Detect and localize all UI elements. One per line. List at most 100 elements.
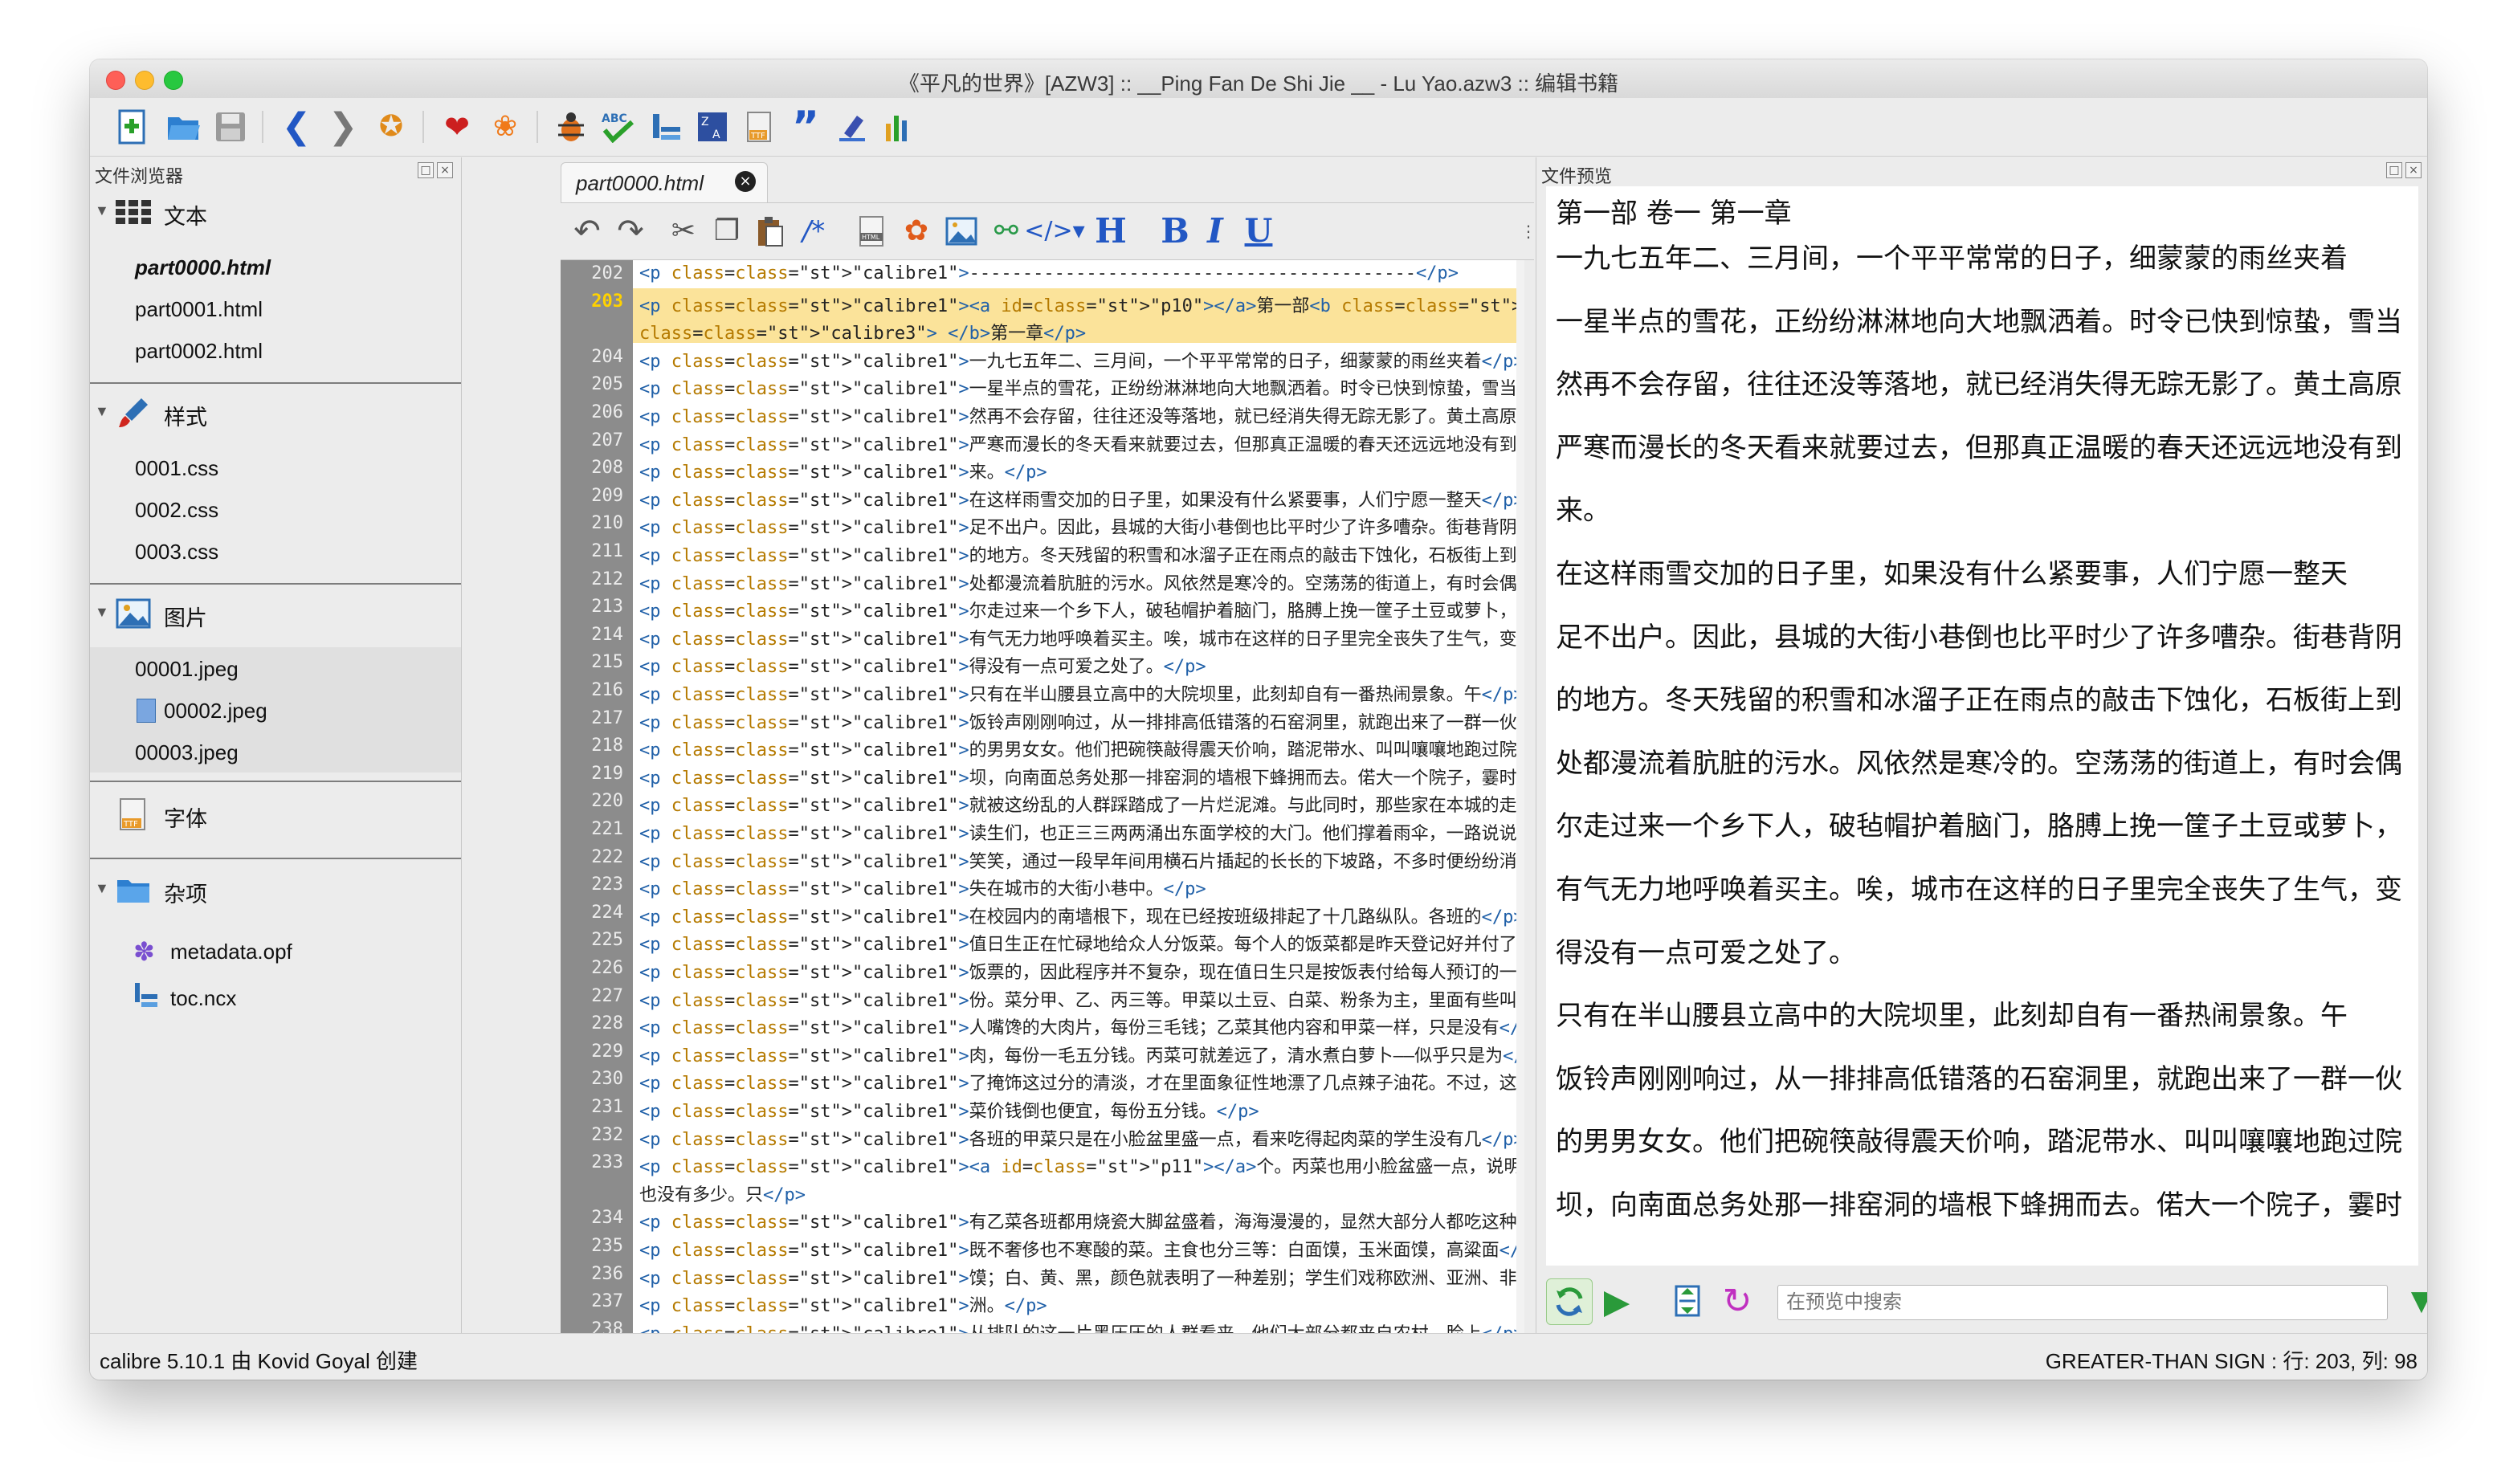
reload-icon[interactable]: ↻ — [1715, 1278, 1760, 1323]
insert-html-icon[interactable]: HTML — [851, 211, 892, 251]
category-misc[interactable]: ▼ 杂项 — [90, 864, 461, 915]
code-line[interactable]: 237 <p class=class="st">"calibre1">洲。</p> — [561, 1288, 1524, 1316]
copy-icon[interactable]: ❐ — [707, 211, 747, 251]
play-refresh-icon[interactable]: ▶ — [1594, 1278, 1639, 1323]
insert-tag-flower-icon[interactable]: ✿ — [896, 211, 936, 251]
undo-icon[interactable]: ↶ — [567, 211, 607, 251]
vertical-scrollbar[interactable] — [1516, 260, 1524, 1333]
code-line[interactable]: 233 <p class=class="st">"calibre1"><a id=… — [561, 1149, 1524, 1177]
code-line[interactable]: 222 <p class=class="st">"calibre1">笑笑，通过一… — [561, 844, 1524, 872]
search-next-down-icon[interactable]: ▼ — [2399, 1278, 2427, 1323]
code-line[interactable]: 232 <p class=class="st">"calibre1">各班的甲菜只… — [561, 1122, 1524, 1150]
code-line[interactable]: 215 <p class=class="st">"calibre1">得没有一点可… — [561, 649, 1524, 677]
code-line[interactable]: 210 <p class=class="st">"calibre1">足不出户。因… — [561, 510, 1524, 538]
insert-link-icon[interactable]: ⚯ — [986, 211, 1026, 251]
open-folder-icon[interactable] — [164, 108, 204, 146]
comment-icon[interactable]: /* — [794, 211, 834, 251]
settings-gear-icon[interactable]: ❀ — [485, 108, 525, 146]
code-line[interactable]: 206 <p class=class="st">"calibre1">然再不会存留… — [561, 399, 1524, 427]
smarten-quotes-icon[interactable]: ” — [785, 106, 826, 148]
file-item[interactable]: 00003.jpeg — [90, 731, 461, 773]
new-file-icon[interactable] — [112, 108, 153, 146]
code-line[interactable]: 234 <p class=class="st">"calibre1">有乙菜各班都… — [561, 1205, 1524, 1233]
file-item[interactable]: 0001.css — [90, 446, 461, 488]
code-line[interactable]: 209 <p class=class="st">"calibre1">在这样雨雪交… — [561, 483, 1524, 511]
code-line[interactable]: 216 <p class=class="st">"calibre1">只有在半山腰… — [561, 677, 1524, 705]
category-text[interactable]: ▼ 文本 — [90, 186, 461, 238]
save-icon[interactable] — [210, 108, 251, 146]
code-line[interactable]: 也没有多少。只</p> — [561, 1177, 1524, 1205]
redo-icon[interactable]: ↷ — [610, 211, 651, 251]
file-item[interactable]: part0002.html — [90, 329, 461, 371]
cut-icon[interactable]: ✂ — [663, 211, 704, 251]
code-line[interactable]: 218 <p class=class="st">"calibre1">的男男女女。… — [561, 732, 1524, 760]
file-item[interactable]: ✽ metadata.opf — [90, 930, 461, 972]
file-item[interactable]: toc.ncx — [90, 976, 461, 1018]
code-line[interactable]: 236 <p class=class="st">"calibre1">馍；白、黄、… — [561, 1261, 1524, 1289]
code-line[interactable]: 205 <p class=class="st">"calibre1">一星半点的雪… — [561, 371, 1524, 399]
code-line[interactable]: 228 <p class=class="st">"calibre1">人嘴馋的大肉… — [561, 1010, 1524, 1038]
file-item[interactable]: 0003.css — [90, 530, 461, 572]
category-styles[interactable]: ▼ 样式 — [90, 387, 461, 438]
code-line[interactable]: 238 <p class=class="st">"calibre1">从排队的这一… — [561, 1316, 1524, 1333]
code-line[interactable]: 220 <p class=class="st">"calibre1">就被这纷乱的… — [561, 788, 1524, 816]
table-of-contents-icon[interactable] — [646, 108, 686, 146]
code-line[interactable]: 230 <p class=class="st">"calibre1">了掩饰这过分… — [561, 1066, 1524, 1094]
float-panel-icon[interactable]: □ — [2386, 162, 2402, 178]
code-line[interactable]: 229 <p class=class="st">"calibre1">肉，每份一毛… — [561, 1038, 1524, 1066]
code-line[interactable]: 223 <p class=class="st">"calibre1">失在城市的大… — [561, 871, 1524, 899]
code-line[interactable]: 231 <p class=class="st">"calibre1">菜价钱倒也便… — [561, 1094, 1524, 1122]
spellcheck-icon[interactable]: ABC — [598, 108, 638, 146]
insert-tag-icon[interactable]: </>▾ — [1024, 211, 1084, 251]
close-tab-icon[interactable]: × — [735, 171, 756, 192]
insert-image-icon[interactable] — [941, 211, 981, 251]
code-line[interactable]: 226 <p class=class="st">"calibre1">饭票的，因此… — [561, 955, 1524, 983]
file-item[interactable]: 00001.jpeg — [90, 647, 461, 689]
code-line[interactable]: 212 <p class=class="st">"calibre1">处都漫流着肮… — [561, 566, 1524, 594]
code-line[interactable]: 219 <p class=class="st">"calibre1">坝，向南面总… — [561, 760, 1524, 789]
close-panel-icon[interactable]: × — [2405, 162, 2422, 178]
forward-arrow-icon[interactable]: ❯ — [323, 108, 363, 146]
heading-icon[interactable]: H — [1091, 211, 1131, 251]
sort-az-icon[interactable]: ZA — [692, 108, 732, 146]
code-line[interactable]: 204 <p class=class="st">"calibre1">一九七五年二… — [561, 344, 1524, 372]
file-item[interactable]: 00002.jpeg — [90, 689, 461, 731]
code-area[interactable]: 202 <p class=class="st">"calibre1">------… — [561, 260, 1524, 1333]
auto-refresh-icon[interactable] — [1546, 1278, 1593, 1325]
code-line[interactable]: 221 <p class=class="st">"calibre1">读生们，也正… — [561, 816, 1524, 844]
tab-part0000[interactable]: part0000.html × — [561, 162, 768, 203]
italic-icon[interactable]: I — [1195, 211, 1235, 251]
code-line[interactable]: 207 <p class=class="st">"calibre1">严寒而漫长的… — [561, 427, 1524, 455]
category-images[interactable]: ▼ 图片 — [90, 588, 461, 639]
code-line[interactable]: 203 <p class=class="st">"calibre1"><a id=… — [591, 287, 1524, 316]
code-line[interactable]: 213 <p class=class="st">"calibre1">尔走过来一个… — [561, 593, 1524, 622]
expand-arrow-icon[interactable]: ▼ — [95, 202, 109, 219]
code-line[interactable]: 227 <p class=class="st">"calibre1">份。菜分甲、… — [561, 983, 1524, 1011]
code-line[interactable]: 235 <p class=class="st">"calibre1">既不奢侈也不… — [561, 1233, 1524, 1261]
remove-unused-css-icon[interactable] — [832, 108, 872, 146]
check-book-bug-icon[interactable] — [551, 108, 591, 146]
donate-heart-icon[interactable]: ❤ — [437, 108, 477, 146]
code-line[interactable]: 225 <p class=class="st">"calibre1">值日生正在忙… — [561, 927, 1524, 955]
expand-arrow-icon[interactable]: ▼ — [95, 604, 109, 621]
checkpoint-icon[interactable]: ✪ — [371, 108, 411, 146]
category-fonts[interactable]: TTF 字体 — [90, 789, 461, 840]
expand-arrow-icon[interactable]: ▼ — [95, 403, 109, 420]
preview-search-input[interactable] — [1777, 1285, 2388, 1320]
float-panel-icon[interactable]: □ — [418, 162, 434, 178]
back-arrow-icon[interactable]: ❮ — [276, 108, 316, 146]
underline-icon[interactable]: U — [1238, 211, 1279, 251]
embed-fonts-icon[interactable]: TTF — [739, 108, 779, 146]
code-line[interactable]: 211 <p class=class="st">"calibre1">的地方。冬天… — [561, 538, 1524, 566]
paste-icon[interactable] — [750, 211, 790, 251]
preview-page[interactable]: 第一部 卷一 第一章 一九七五年二、三月间，一个平平常常的日子，细蒙蒙的雨丝夹着一… — [1546, 186, 2418, 1266]
file-item[interactable]: 0002.css — [90, 488, 461, 530]
code-line[interactable]: 208 <p class=class="st">"calibre1">来。</p> — [561, 455, 1524, 483]
file-item[interactable]: part0000.html — [90, 246, 461, 287]
code-line[interactable]: 214 <p class=class="st">"calibre1">有气无力地呼… — [561, 622, 1524, 650]
reports-chart-icon[interactable] — [879, 108, 919, 146]
code-line[interactable]: class=class="st">"calibre3"> </b>第一章</p> — [633, 316, 1524, 344]
close-panel-icon[interactable]: × — [437, 162, 453, 178]
file-item[interactable]: part0001.html — [90, 287, 461, 329]
code-line[interactable]: 217 <p class=class="st">"calibre1">饭铃声刚刚响… — [561, 705, 1524, 733]
